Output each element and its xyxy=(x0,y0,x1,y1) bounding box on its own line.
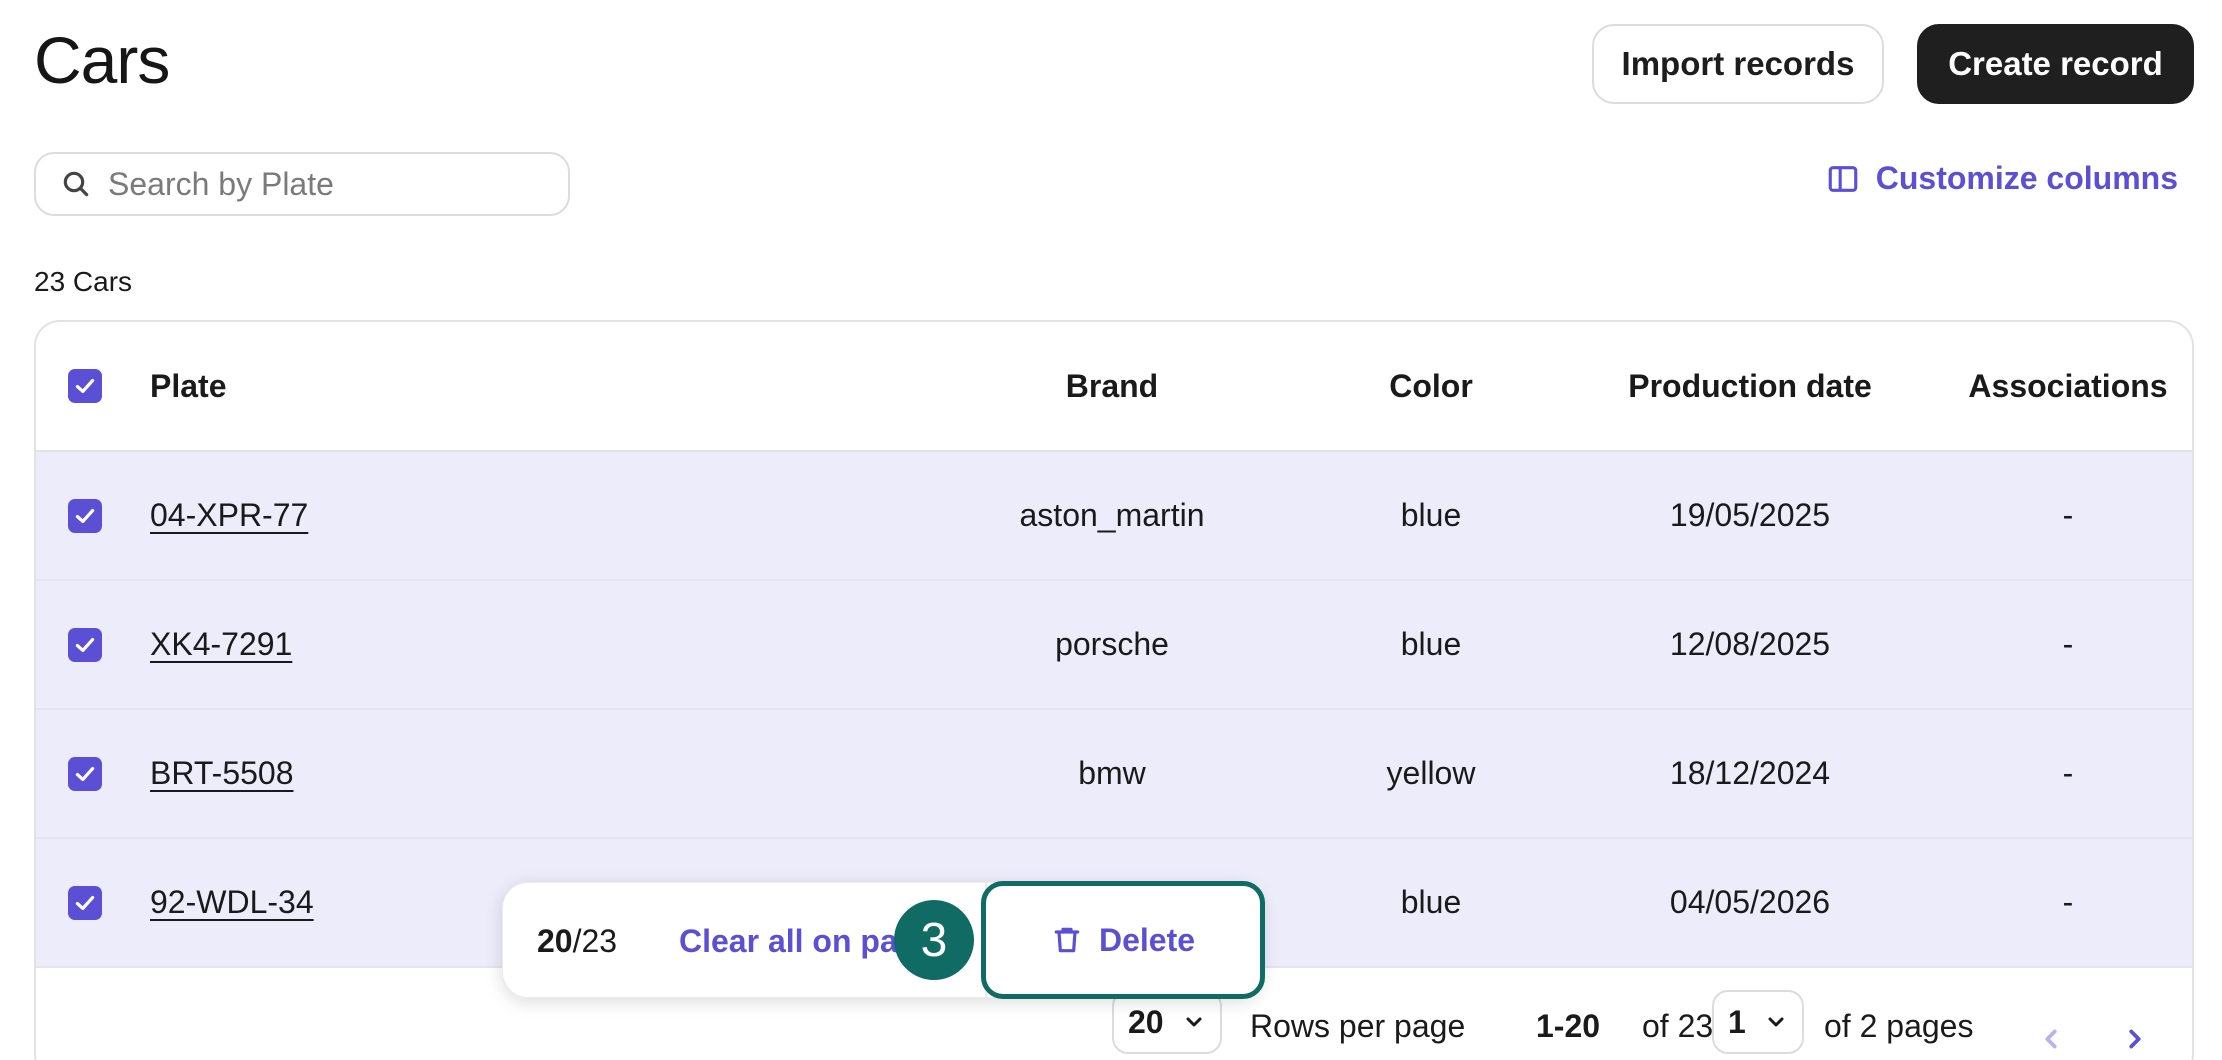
row-checkbox-cell xyxy=(68,710,102,837)
page-select[interactable]: 1 xyxy=(1712,990,1804,1054)
customize-columns-label: Customize columns xyxy=(1875,160,2178,196)
rows-per-page-value: 20 xyxy=(1128,1003,1164,1040)
checkbox-checked-icon xyxy=(75,508,95,523)
clear-all-button[interactable]: Clear all on page xyxy=(679,883,909,999)
delete-label: Delete xyxy=(1098,921,1196,958)
plate-cell: BRT-5508 xyxy=(150,710,294,837)
table-row[interactable]: 04-XPR-77 aston_martin blue 19/05/2025 - xyxy=(36,452,2192,581)
production-date-cell: 12/08/2025 xyxy=(1669,626,1831,662)
table-row[interactable]: BRT-5508 bmw yellow 18/12/2024 - xyxy=(36,710,2192,839)
search-box[interactable] xyxy=(34,152,570,216)
checkbox-checked-icon xyxy=(75,637,95,652)
row-checkbox[interactable] xyxy=(68,885,102,920)
row-checkbox-cell xyxy=(68,581,102,708)
select-all-cell xyxy=(68,322,102,450)
associations-cell: - xyxy=(2062,497,2074,533)
checkbox-checked-icon xyxy=(75,895,95,910)
search-icon xyxy=(63,171,89,197)
create-record-button[interactable]: Create record xyxy=(1917,24,2194,104)
selection-count: 20/23 xyxy=(537,883,617,999)
row-checkbox[interactable] xyxy=(68,756,102,791)
plate-link[interactable]: 04-XPR-77 xyxy=(150,497,308,534)
rows-per-page-select[interactable]: 20 xyxy=(1112,990,1222,1054)
trash-icon xyxy=(1054,927,1080,953)
production-date-cell: 19/05/2025 xyxy=(1669,497,1831,533)
column-header-production-date[interactable]: Production date xyxy=(1560,322,1940,450)
column-header-color[interactable]: Color xyxy=(1302,322,1560,450)
search-input[interactable] xyxy=(108,165,548,203)
color-cell: blue xyxy=(1400,626,1462,662)
production-date-cell: 18/12/2024 xyxy=(1669,755,1831,791)
chevron-down-icon xyxy=(1186,1017,1202,1027)
plate-link[interactable]: 92-WDL-34 xyxy=(150,884,314,921)
checkbox-checked-icon xyxy=(75,766,95,781)
plate-cell: 04-XPR-77 xyxy=(150,452,308,579)
associations-cell: - xyxy=(2062,884,2074,920)
chevron-left-icon[interactable] xyxy=(2036,1024,2066,1054)
import-records-button[interactable]: Import records xyxy=(1592,24,1884,104)
column-header-brand[interactable]: Brand xyxy=(922,322,1302,450)
chevron-right-icon[interactable] xyxy=(2120,1024,2150,1054)
column-header-associations[interactable]: Associations xyxy=(1940,322,2192,450)
page-range-total: of 23 xyxy=(1642,1008,1714,1044)
selected-count: 20 xyxy=(537,922,573,959)
page-title: Cars xyxy=(34,23,170,97)
select-all-checkbox[interactable] xyxy=(68,369,102,403)
color-cell: blue xyxy=(1400,884,1462,920)
plate-link[interactable]: XK4-7291 xyxy=(150,626,292,663)
color-cell: blue xyxy=(1400,497,1462,533)
brand-cell: porsche xyxy=(1055,626,1169,662)
row-checkbox[interactable] xyxy=(68,498,102,533)
table-row[interactable]: XK4-7291 porsche blue 12/08/2025 - xyxy=(36,581,2192,710)
total-pages: of 2 pages xyxy=(1824,1008,1974,1044)
bulk-action-bar: 20/23 Clear all on page Delete xyxy=(502,881,1265,999)
plate-cell: 92-WDL-34 xyxy=(150,839,314,966)
column-header-plate[interactable]: Plate xyxy=(150,322,226,450)
rows-per-page-label: Rows per page xyxy=(1250,1008,1466,1044)
associations-cell: - xyxy=(2062,755,2074,791)
chevron-down-icon xyxy=(1768,1017,1784,1027)
row-checkbox[interactable] xyxy=(68,627,102,662)
brand-cell: bmw xyxy=(1078,755,1146,791)
production-date-cell: 04/05/2026 xyxy=(1669,884,1831,920)
color-cell: yellow xyxy=(1386,755,1476,791)
selected-total: /23 xyxy=(572,922,618,959)
brand-cell: aston_martin xyxy=(1019,497,1205,533)
checkbox-checked-icon xyxy=(75,378,95,394)
delete-button[interactable]: Delete xyxy=(981,881,1265,999)
page-range: 1-20 xyxy=(1536,1008,1601,1044)
plate-link[interactable]: BRT-5508 xyxy=(150,755,294,792)
columns-icon xyxy=(1828,165,1858,192)
associations-cell: - xyxy=(2062,626,2074,662)
customize-columns-button[interactable]: Customize columns xyxy=(1826,160,2178,197)
row-checkbox-cell xyxy=(68,839,102,966)
record-count: 23 Cars xyxy=(34,266,133,297)
row-checkbox-cell xyxy=(68,452,102,579)
table-header: Plate Brand Color Production date Associ… xyxy=(36,322,2192,452)
plate-cell: XK4-7291 xyxy=(150,581,292,708)
page-select-value: 1 xyxy=(1728,1003,1746,1040)
step-badge: 3 xyxy=(894,900,974,980)
